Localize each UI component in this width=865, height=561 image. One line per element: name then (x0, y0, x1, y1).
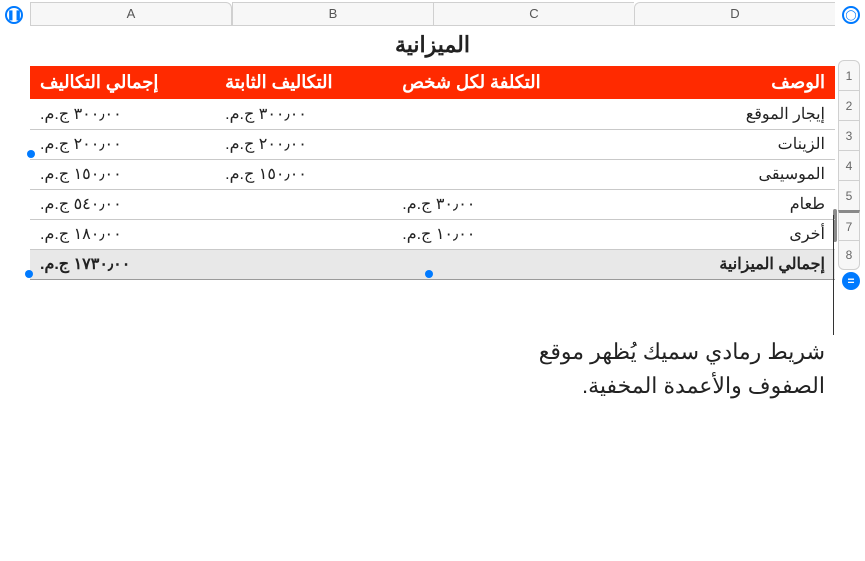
budget-table: الوصف التكلفة لكل شخص التكاليف الثابتة إ… (30, 66, 835, 280)
cell-desc[interactable]: إيجار الموقع (594, 99, 836, 129)
cell-total[interactable]: ٣٠٠٫٠٠ ج.م. (30, 99, 215, 129)
cell-desc[interactable]: أخرى (594, 219, 836, 249)
equals-icon: = (848, 274, 855, 288)
selection-handle[interactable] (27, 150, 35, 158)
pause-icon: ❚❚ (7, 10, 22, 21)
cell-total[interactable]: ١٥٠٫٠٠ ج.م. (30, 159, 215, 189)
row-header-8[interactable]: 8 (838, 240, 860, 270)
col-header-a[interactable]: A (30, 2, 232, 26)
callout-text: شريط رمادي سميك يُظهر موقع الصفوف والأعم… (525, 335, 825, 403)
table-title: الميزانية (30, 28, 835, 66)
cell-fixed[interactable]: ١٥٠٫٠٠ ج.م. (215, 159, 392, 189)
th-fixed[interactable]: التكاليف الثابتة (215, 66, 392, 99)
th-per[interactable]: التكلفة لكل شخص (392, 66, 593, 99)
cell-desc[interactable]: الموسيقى (594, 159, 836, 189)
cell-fixed[interactable] (215, 219, 392, 249)
cell-total[interactable]: ٢٠٠٫٠٠ ج.م. (30, 129, 215, 159)
row-header-4[interactable]: 4 (838, 150, 860, 180)
total-value[interactable]: ١٧٣٠٫٠٠ ج.م. (30, 249, 215, 279)
col-header-d[interactable]: D (634, 2, 835, 26)
cell-per[interactable]: ٣٠٫٠٠ ج.م. (392, 189, 593, 219)
th-desc[interactable]: الوصف (594, 66, 836, 99)
table-row[interactable]: إيجار الموقع ٣٠٠٫٠٠ ج.م. ٣٠٠٫٠٠ ج.م. (30, 99, 835, 129)
th-total[interactable]: إجمالي التكاليف (30, 66, 215, 99)
table-row[interactable]: طعام ٣٠٫٠٠ ج.م. ٥٤٠٫٠٠ ج.م. (30, 189, 835, 219)
table-row[interactable]: أخرى ١٠٫٠٠ ج.م. ١٨٠٫٠٠ ج.م. (30, 219, 835, 249)
row-headers: 1 2 3 4 5 7 8 (838, 60, 860, 270)
total-label[interactable]: إجمالي الميزانية (594, 249, 836, 279)
cell-fixed[interactable]: ٣٠٠٫٠٠ ج.م. (215, 99, 392, 129)
cell-empty[interactable] (215, 249, 392, 279)
selection-handle[interactable] (425, 270, 433, 278)
circle-icon: ◯ (845, 10, 856, 21)
table-row[interactable]: الموسيقى ١٥٠٫٠٠ ج.م. ١٥٠٫٠٠ ج.م. (30, 159, 835, 189)
col-header-b[interactable]: B (232, 2, 433, 26)
spreadsheet-frame: ◯ ❚❚ A B C D 1 2 3 4 5 7 8 = الميزانية ا… (0, 0, 865, 300)
cell-total[interactable]: ١٨٠٫٠٠ ج.م. (30, 219, 215, 249)
col-header-c[interactable]: C (433, 2, 634, 26)
header-row: الوصف التكلفة لكل شخص التكاليف الثابتة إ… (30, 66, 835, 99)
cell-per[interactable]: ١٠٫٠٠ ج.م. (392, 219, 593, 249)
cell-fixed[interactable] (215, 189, 392, 219)
cell-per[interactable] (392, 159, 593, 189)
cell-per[interactable] (392, 99, 593, 129)
table-area: الميزانية الوصف التكلفة لكل شخص التكاليف… (30, 28, 835, 280)
cell-total[interactable]: ٥٤٠٫٠٠ ج.م. (30, 189, 215, 219)
row-header-2[interactable]: 2 (838, 90, 860, 120)
selection-handle[interactable] (25, 270, 33, 278)
row-header-5[interactable]: 5 (838, 180, 860, 210)
cell-desc[interactable]: الزينات (594, 129, 836, 159)
row-header-7[interactable]: 7 (838, 210, 860, 240)
column-headers: A B C D (30, 2, 835, 26)
row-header-1[interactable]: 1 (838, 60, 860, 90)
table-row[interactable]: الزينات ٢٠٠٫٠٠ ج.م. ٢٠٠٫٠٠ ج.م. (30, 129, 835, 159)
cell-empty[interactable] (392, 249, 593, 279)
formula-button[interactable]: = (842, 272, 860, 290)
callout-leader (833, 215, 834, 335)
row-header-3[interactable]: 3 (838, 120, 860, 150)
cell-per[interactable] (392, 129, 593, 159)
cell-fixed[interactable]: ٢٠٠٫٠٠ ج.م. (215, 129, 392, 159)
cell-desc[interactable]: طعام (594, 189, 836, 219)
columns-menu-button[interactable]: ◯ (842, 6, 860, 24)
columns-pause-button[interactable]: ❚❚ (5, 6, 23, 24)
